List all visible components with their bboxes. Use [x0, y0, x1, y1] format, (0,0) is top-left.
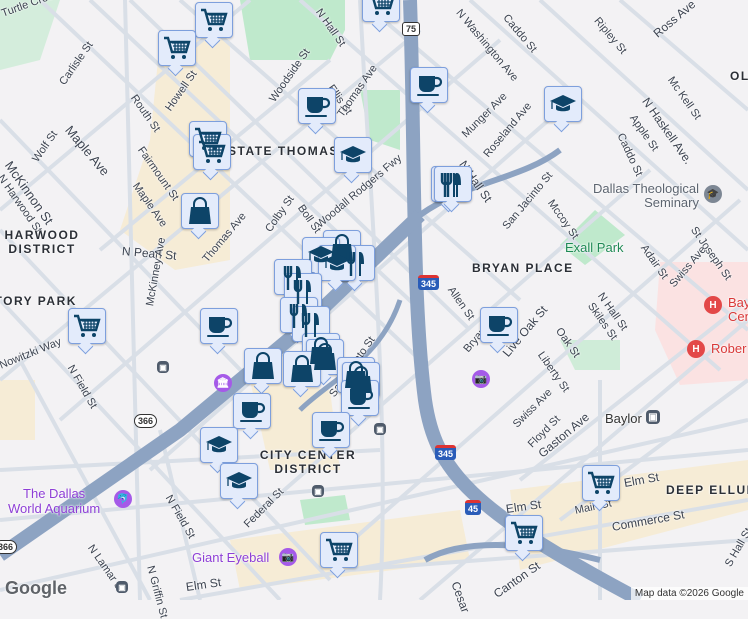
grocery-marker[interactable]	[582, 465, 620, 501]
shopping-bag-icon	[185, 197, 215, 225]
poi-label: The Dallas	[23, 486, 86, 501]
cafe-marker[interactable]	[200, 308, 238, 344]
shopping-cart-icon	[509, 519, 539, 547]
poi-dallas-theological-seminary[interactable]: Dallas Theological Seminary	[584, 182, 699, 210]
grocery-marker[interactable]	[362, 0, 400, 22]
poi-giant-eyeball[interactable]: Giant Eyeball	[192, 550, 269, 565]
grocery-marker[interactable]	[195, 2, 233, 38]
district-label-harwood: HARWOOD DISTRICT	[4, 228, 80, 256]
shopping-cart-icon	[366, 0, 396, 18]
grocery-marker[interactable]	[68, 308, 106, 344]
shopping-cart-icon	[197, 138, 227, 166]
grocery-marker[interactable]	[158, 30, 196, 66]
coffee-cup-icon	[414, 71, 444, 99]
cafe-marker[interactable]	[298, 88, 336, 124]
district-label-deep-ellum: DEEP ELLUM	[666, 483, 748, 497]
poi-dallas-world-aquarium[interactable]: The Dallas World Aquarium	[8, 486, 100, 516]
camera-pin-icon[interactable]: 📷	[279, 548, 297, 566]
poi-hospital-label[interactable]: Rober	[711, 341, 746, 356]
i-345-shield: 345	[435, 445, 457, 460]
fork-knife-icon	[438, 170, 468, 198]
poi-hospital-label[interactable]: BayCen	[728, 296, 748, 324]
graduation-cap-icon	[224, 467, 254, 495]
hospital-pin-icon[interactable]: H	[704, 296, 722, 314]
shopping-marker[interactable]	[181, 193, 219, 229]
school-pin-icon[interactable]: 🎓	[704, 185, 722, 203]
poi-exall-park[interactable]: Exall Park	[565, 240, 624, 255]
tx-366-shield: 366	[134, 414, 158, 428]
coffee-cup-icon	[484, 311, 514, 339]
us-75-shield: 75	[402, 22, 421, 36]
camera-pin-icon[interactable]: 📷	[472, 370, 490, 388]
shopping-marker[interactable]	[244, 348, 282, 384]
district-label-victory-park: VICTORY PARK	[0, 294, 77, 308]
graduation-cap-icon	[204, 431, 234, 459]
graduation-cap-icon	[322, 249, 352, 277]
i-345-shield: 345	[418, 275, 440, 290]
poi-label: Cen	[728, 309, 748, 324]
hospital-pin-icon[interactable]: H	[687, 340, 705, 358]
school-marker[interactable]	[544, 86, 582, 122]
coffee-cup-icon	[316, 416, 346, 444]
train-station-icon[interactable]: ▣	[374, 423, 386, 435]
cafe-marker[interactable]	[341, 380, 379, 416]
school-marker[interactable]	[220, 463, 258, 499]
shopping-marker[interactable]	[283, 351, 321, 387]
tx-366-shield: 366	[0, 540, 18, 554]
coffee-cup-icon	[237, 397, 267, 425]
aquarium-pin-icon[interactable]: 🐬	[114, 490, 132, 508]
coffee-cup-icon	[345, 384, 375, 412]
train-station-icon[interactable]: ▣	[646, 410, 660, 424]
cafe-marker[interactable]	[233, 393, 271, 429]
district-label-city-center: CITY CENTER DISTRICT	[259, 448, 357, 476]
poi-baylor-station[interactable]: Baylor	[605, 411, 642, 426]
district-label-ol: OL	[730, 69, 748, 83]
map-attribution[interactable]: Map data ©2026 Google	[630, 587, 748, 600]
museum-pin-icon[interactable]: 🏛	[214, 374, 232, 392]
district-label-bryan-place: BRYAN PLACE	[472, 261, 574, 275]
shopping-cart-icon	[72, 312, 102, 340]
coffee-cup-icon	[302, 92, 332, 120]
poi-label: Bay	[728, 295, 748, 310]
i-45-shield: 45	[465, 500, 482, 515]
cafe-marker[interactable]	[480, 307, 518, 343]
grocery-marker[interactable]	[320, 532, 358, 568]
grocery-marker[interactable]	[505, 515, 543, 551]
google-logo[interactable]: Google	[5, 578, 67, 599]
shopping-cart-icon	[162, 34, 192, 62]
poi-label: World Aquarium	[8, 501, 101, 516]
train-station-icon[interactable]: ▣	[116, 581, 128, 593]
cafe-marker[interactable]	[312, 412, 350, 448]
restaurant-marker[interactable]	[434, 166, 472, 202]
train-station-icon[interactable]: ▣	[312, 485, 324, 497]
shopping-cart-icon	[586, 469, 616, 497]
coffee-cup-icon	[204, 312, 234, 340]
graduation-cap-icon	[548, 90, 578, 118]
shopping-bag-icon	[248, 352, 278, 380]
graduation-cap-icon	[338, 141, 368, 169]
shopping-cart-icon	[324, 536, 354, 564]
shopping-bag-icon	[287, 355, 317, 383]
school-marker[interactable]	[334, 137, 372, 173]
school-marker[interactable]	[200, 427, 238, 463]
district-label-state-thomas: STATE THOMAS	[228, 144, 339, 158]
school-marker[interactable]	[318, 245, 356, 281]
fork-knife-icon	[296, 310, 326, 338]
map-canvas[interactable]	[0, 0, 748, 600]
grocery-marker[interactable]	[193, 134, 231, 170]
cafe-marker[interactable]	[410, 67, 448, 103]
shopping-cart-icon	[199, 6, 229, 34]
train-station-icon[interactable]: ▣	[157, 361, 169, 373]
